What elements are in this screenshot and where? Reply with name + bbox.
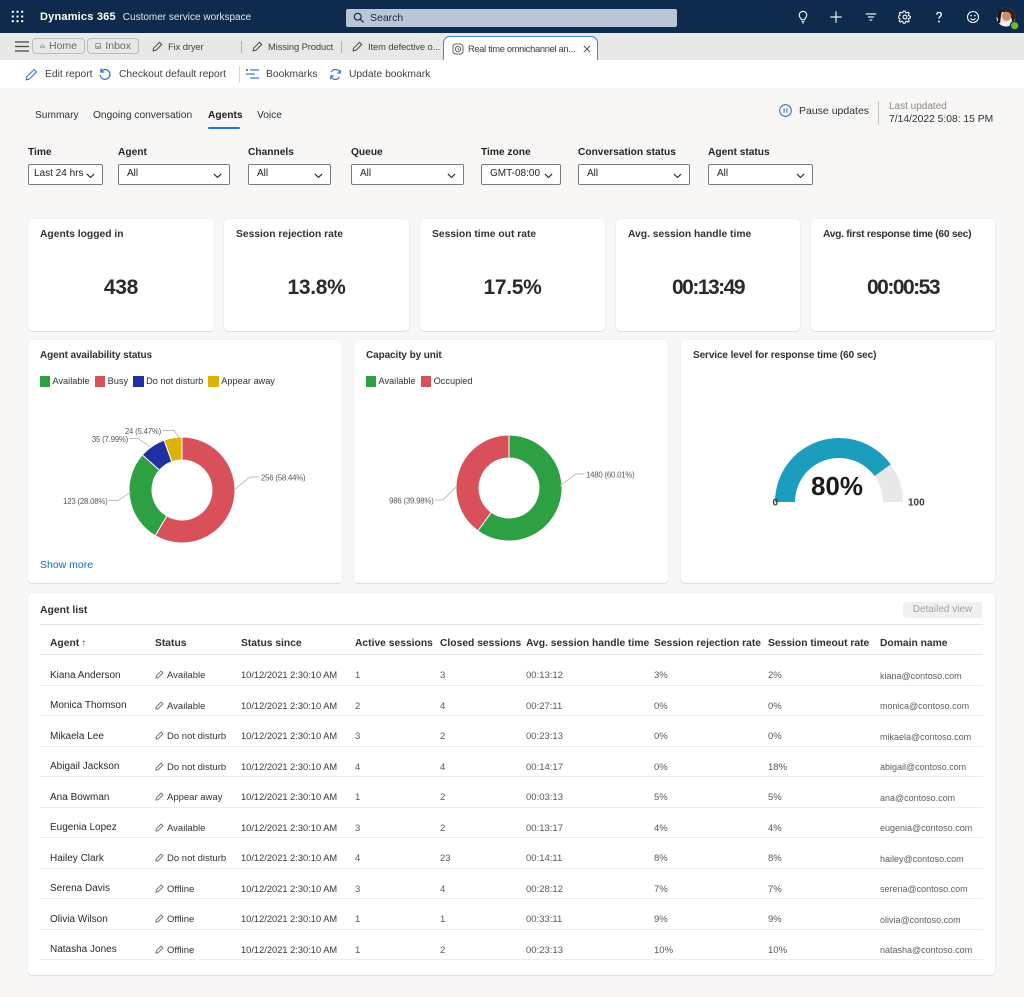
svg-text:100: 100 [908,498,925,509]
svg-text:80%: 80% [811,471,863,501]
svg-text:986 (39.98%): 986 (39.98%) [389,497,434,506]
svg-text:1480 (60.01%): 1480 (60.01%) [586,471,635,480]
svg-text:24 (5.47%): 24 (5.47%) [125,427,162,436]
svg-text:0: 0 [772,498,778,509]
svg-text:256 (58.44%): 256 (58.44%) [261,474,306,483]
svg-text:123 (28.08%): 123 (28.08%) [63,497,108,506]
svg-text:35 (7.99%): 35 (7.99%) [92,435,129,444]
